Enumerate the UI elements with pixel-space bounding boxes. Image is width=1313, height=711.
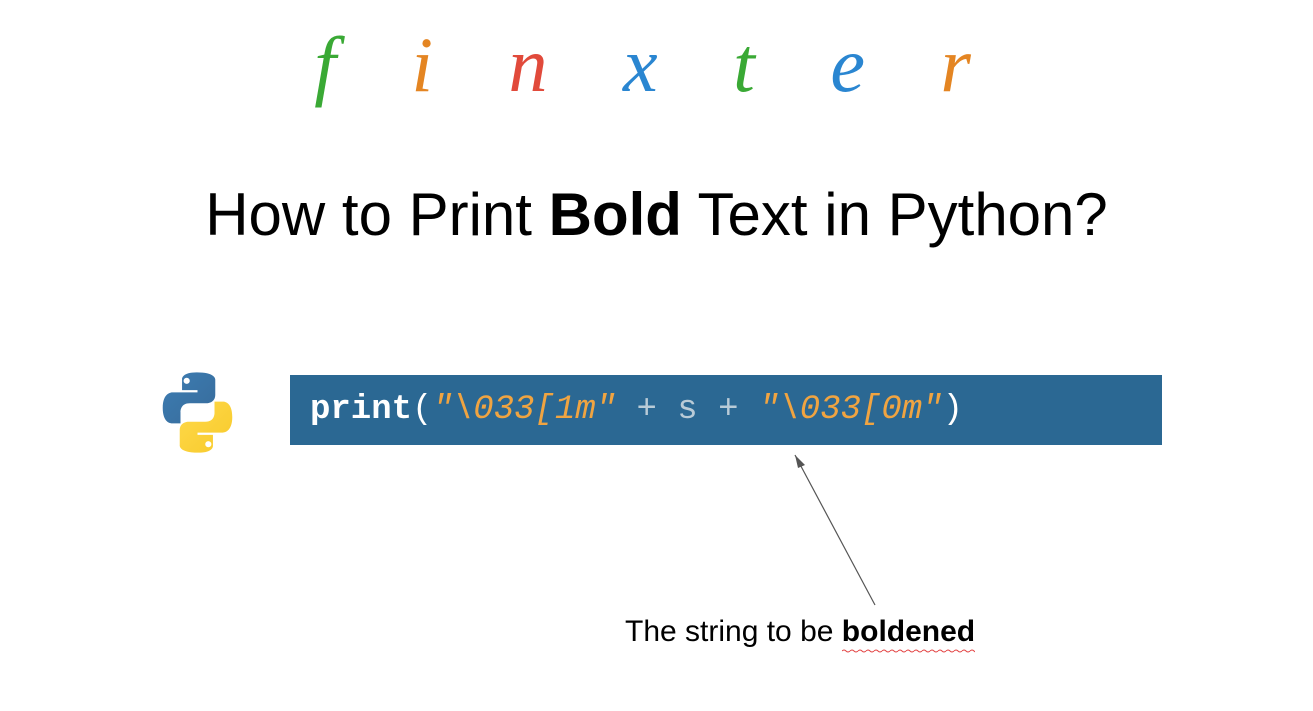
arrow-icon [775, 450, 895, 610]
code-variable: s [677, 391, 697, 429]
code-open-paren: ( [412, 391, 432, 429]
logo-letter-n: n [509, 20, 576, 110]
code-close-paren: ) [943, 391, 963, 429]
python-icon [155, 370, 240, 455]
code-keyword: print [310, 391, 412, 429]
logo-letter-x: x [623, 20, 686, 110]
code-operator-1: + [616, 391, 677, 429]
title-prefix: How to Print [205, 181, 548, 248]
code-string-2: "\033[0m" [759, 391, 943, 429]
code-string-1: "\033[1m" [432, 391, 616, 429]
logo-letter-e: e [830, 20, 893, 110]
annotation-prefix: The string to be [625, 615, 842, 648]
brand-logo: f i n x t e r [314, 20, 999, 110]
code-block: print("\033[1m" + s + "\033[0m") [290, 375, 1162, 445]
logo-letter-f: f [314, 20, 364, 110]
page-title: How to Print Bold Text in Python? [205, 180, 1108, 249]
code-operator-2: + [698, 391, 759, 429]
annotation-text: The string to be boldened [625, 615, 975, 649]
logo-letter-t: t [733, 20, 783, 110]
logo-letter-i: i [411, 20, 461, 110]
title-suffix: Text in Python? [682, 181, 1108, 248]
spellcheck-squiggle-icon [842, 649, 975, 653]
title-bold-word: Bold [549, 181, 682, 248]
logo-letter-r: r [940, 20, 998, 110]
annotation-bold-word: boldened [842, 615, 975, 649]
